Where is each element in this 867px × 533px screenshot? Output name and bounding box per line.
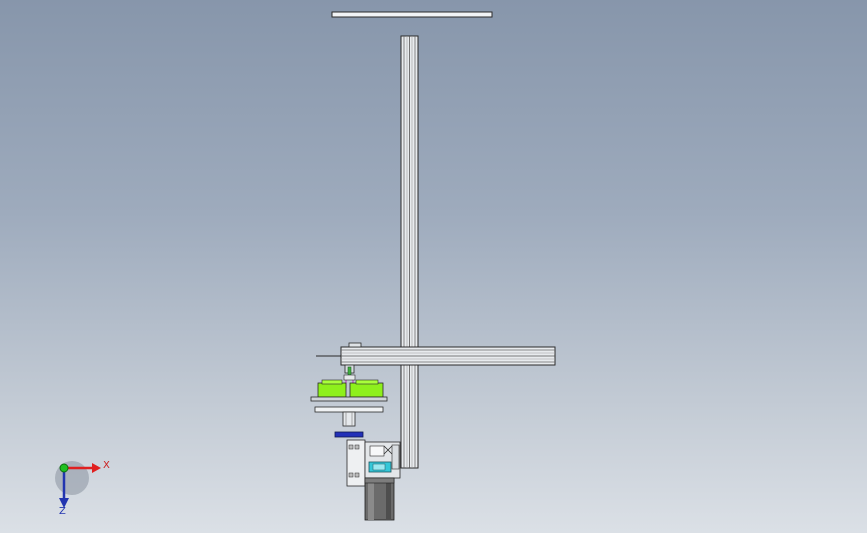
top-plate[interactable]	[331, 11, 493, 18]
horizontal-aluminum-profile[interactable]	[316, 342, 556, 366]
cad-viewport[interactable]: X Z	[0, 0, 867, 533]
motor-body[interactable]	[364, 477, 395, 521]
y-axis-origin	[59, 463, 69, 473]
cad-model-scene[interactable]: X Z	[0, 0, 867, 533]
green-fixtures[interactable]	[310, 379, 388, 402]
vertical-aluminum-profile[interactable]	[400, 35, 419, 469]
x-axis-label: X	[103, 460, 110, 471]
base-plate[interactable]	[314, 406, 384, 427]
z-axis-label: Z	[59, 506, 66, 517]
blue-spacer[interactable]	[334, 431, 364, 438]
coordinate-triad: X Z	[55, 460, 110, 517]
x-axis-arrowhead	[92, 463, 101, 473]
